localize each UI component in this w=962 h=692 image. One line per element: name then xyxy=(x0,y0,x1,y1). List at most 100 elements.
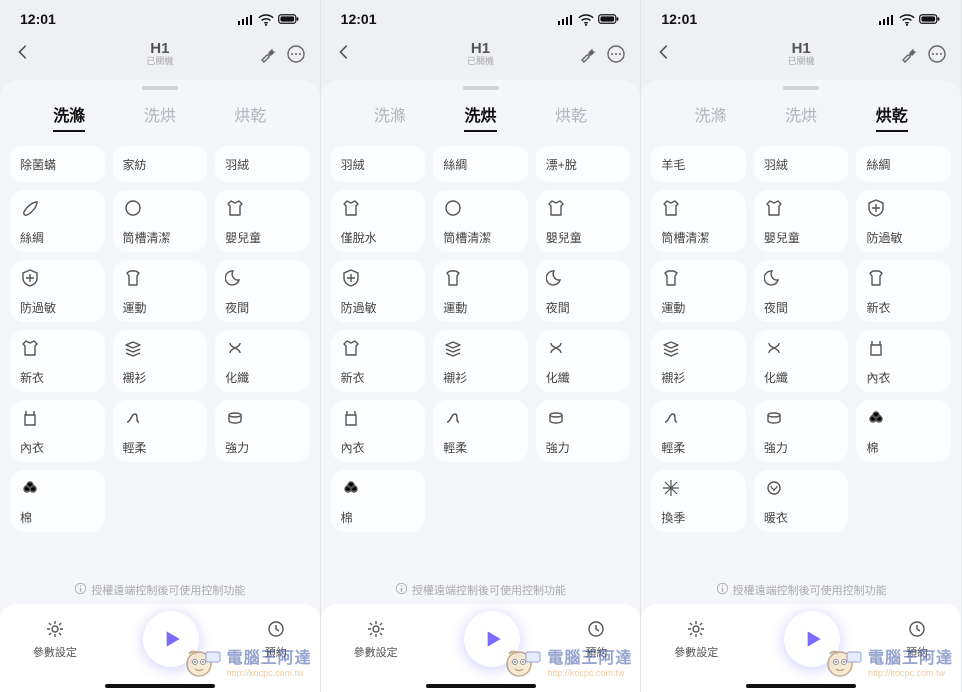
settings-wrench-button[interactable] xyxy=(258,44,278,64)
schedule-button[interactable]: 預約 xyxy=(585,619,607,660)
mode-option[interactable]: 運動 xyxy=(651,260,746,322)
play-button[interactable] xyxy=(143,611,199,667)
schedule-button[interactable]: 預約 xyxy=(906,619,928,660)
mode-option[interactable]: 化纖 xyxy=(536,330,631,392)
mode-option[interactable]: 棉 xyxy=(331,470,426,532)
tab-dry[interactable]: 烘乾 xyxy=(234,102,266,132)
fiber-icon xyxy=(764,338,784,358)
home-indicator xyxy=(105,684,215,688)
tab-wash[interactable]: 洗滌 xyxy=(53,102,85,132)
mode-option[interactable]: 嬰兒童 xyxy=(536,190,631,252)
mode-option[interactable]: 僅脫水 xyxy=(331,190,426,252)
mode-option[interactable]: 運動 xyxy=(113,260,208,322)
footer-bar: 參數設定 預約 xyxy=(641,604,961,692)
mode-option[interactable]: 輕柔 xyxy=(651,400,746,462)
mode-option[interactable]: 運動 xyxy=(433,260,528,322)
more-button[interactable] xyxy=(606,44,626,64)
mode-option[interactable]: 襯衫 xyxy=(113,330,208,392)
mode-option[interactable]: 夜間 xyxy=(536,260,631,322)
mode-option[interactable]: 內衣 xyxy=(10,400,105,462)
mode-label: 棉 xyxy=(20,509,95,526)
mode-option[interactable]: 嬰兒童 xyxy=(215,190,310,252)
mode-option[interactable]: 除菌蟎 xyxy=(10,146,105,182)
mode-label: 襯衫 xyxy=(443,369,518,386)
shirt-icon xyxy=(225,198,245,218)
mode-option[interactable]: 強力 xyxy=(536,400,631,462)
mode-option[interactable]: 筒槽清潔 xyxy=(433,190,528,252)
mode-label: 強力 xyxy=(225,439,300,456)
tank-icon xyxy=(20,408,40,428)
mode-option[interactable]: 新衣 xyxy=(856,260,951,322)
mode-option[interactable]: 強力 xyxy=(754,400,849,462)
night-icon xyxy=(764,268,784,288)
settings-wrench-button[interactable] xyxy=(578,44,598,64)
play-button[interactable] xyxy=(784,611,840,667)
mode-option[interactable]: 暖衣 xyxy=(754,470,849,532)
play-button[interactable] xyxy=(464,611,520,667)
params-button[interactable]: 參數設定 xyxy=(33,619,77,660)
mode-option[interactable]: 防過敏 xyxy=(856,190,951,252)
mode-option[interactable]: 筒槽清潔 xyxy=(113,190,208,252)
mode-option[interactable]: 輕柔 xyxy=(433,400,528,462)
clock-icon xyxy=(585,619,607,642)
clock-icon xyxy=(265,619,287,642)
params-button[interactable]: 參數設定 xyxy=(354,619,398,660)
tab-washdry[interactable]: 洗烘 xyxy=(785,102,817,132)
mode-option[interactable]: 襯衫 xyxy=(651,330,746,392)
mode-label: 棉 xyxy=(866,439,941,456)
tab-dry[interactable]: 烘乾 xyxy=(876,102,908,132)
mode-option[interactable]: 防過敏 xyxy=(10,260,105,322)
mode-option[interactable]: 絲綢 xyxy=(10,190,105,252)
mode-option[interactable]: 家紡 xyxy=(113,146,208,182)
mode-option[interactable]: 新衣 xyxy=(10,330,105,392)
mode-option[interactable]: 嬰兒童 xyxy=(754,190,849,252)
mode-label: 內衣 xyxy=(341,439,416,456)
mode-option[interactable]: 防過敏 xyxy=(331,260,426,322)
tab-washdry[interactable]: 洗烘 xyxy=(464,102,496,132)
mode-option[interactable]: 夜間 xyxy=(754,260,849,322)
shirt-icon xyxy=(546,198,566,218)
mode-sheet: 洗滌 洗烘 烘乾 羊毛羽絨絲綢 筒槽清潔 嬰兒童 防過敏 運動 xyxy=(641,80,961,692)
settings-wrench-button[interactable] xyxy=(899,44,919,64)
mode-option[interactable]: 內衣 xyxy=(856,330,951,392)
params-button[interactable]: 參數設定 xyxy=(674,619,718,660)
layers-icon xyxy=(123,338,143,358)
tab-wash[interactable]: 洗滌 xyxy=(695,102,727,132)
mode-option[interactable]: 羽絨 xyxy=(754,146,849,182)
more-button[interactable] xyxy=(286,44,306,64)
tab-dry[interactable]: 烘乾 xyxy=(555,102,587,132)
mode-option[interactable]: 換季 xyxy=(651,470,746,532)
schedule-button[interactable]: 預約 xyxy=(265,619,287,660)
mode-option[interactable]: 夜間 xyxy=(215,260,310,322)
home-indicator xyxy=(746,684,856,688)
footer-bar: 參數設定 預約 xyxy=(321,604,641,692)
mode-label: 強力 xyxy=(546,439,621,456)
mode-option[interactable]: 襯衫 xyxy=(433,330,528,392)
mode-option[interactable]: 化纖 xyxy=(754,330,849,392)
mode-option[interactable]: 漂+脫 xyxy=(536,146,631,182)
silk-icon xyxy=(20,198,40,218)
mode-option[interactable]: 新衣 xyxy=(331,330,426,392)
tab-wash[interactable]: 洗滌 xyxy=(374,102,406,132)
mode-option[interactable]: 內衣 xyxy=(331,400,426,462)
mode-option[interactable]: 強力 xyxy=(215,400,310,462)
mode-label: 輕柔 xyxy=(661,439,736,456)
mode-option[interactable]: 羊毛 xyxy=(651,146,746,182)
mode-label: 化纖 xyxy=(764,369,839,386)
mode-option[interactable]: 輕柔 xyxy=(113,400,208,462)
mode-option[interactable]: 羽絨 xyxy=(215,146,310,182)
mode-option[interactable]: 羽絨 xyxy=(331,146,426,182)
mode-option[interactable]: 化纖 xyxy=(215,330,310,392)
mode-option[interactable]: 絲綢 xyxy=(433,146,528,182)
warm-icon xyxy=(764,478,784,498)
mode-option[interactable]: 絲綢 xyxy=(856,146,951,182)
mode-label: 夜間 xyxy=(546,299,621,316)
mode-label: 運動 xyxy=(443,299,518,316)
tab-washdry[interactable]: 洗烘 xyxy=(144,102,176,132)
more-button[interactable] xyxy=(927,44,947,64)
mode-option[interactable]: 筒槽清潔 xyxy=(651,190,746,252)
mode-option[interactable]: 棉 xyxy=(856,400,951,462)
phone-screen-1: 12:01 H1 已關機 洗滌洗烘烘乾 xyxy=(0,0,321,692)
mode-option[interactable]: 棉 xyxy=(10,470,105,532)
tee-icon xyxy=(661,268,681,288)
